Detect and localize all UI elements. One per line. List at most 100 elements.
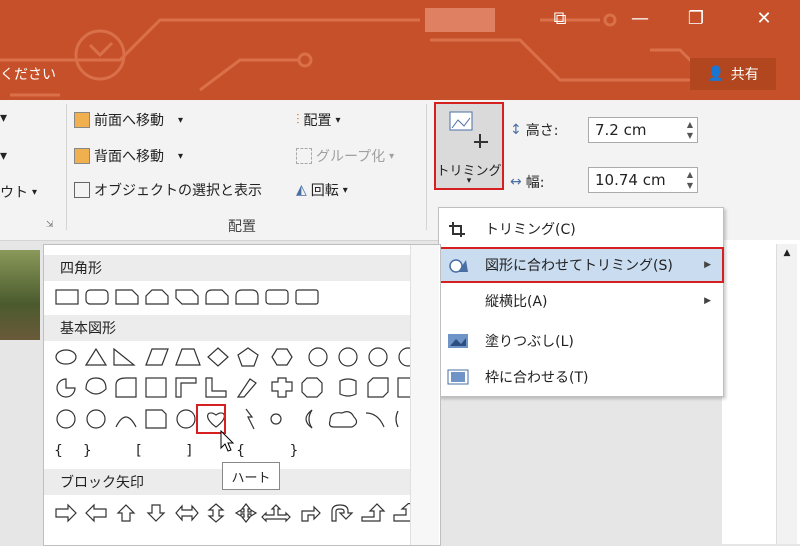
snip-rectangle-shape[interactable]	[115, 289, 139, 305]
left-right-up-arrow-shape[interactable]	[261, 504, 291, 523]
triangle-shape[interactable]	[84, 347, 108, 366]
l-shape[interactable]	[205, 377, 227, 398]
restore-icon[interactable]: ❐	[676, 8, 716, 29]
down-arrow-shape[interactable]	[146, 504, 166, 522]
snip-same-side-shape[interactable]	[145, 289, 169, 305]
vertical-scrollbar[interactable]: ▲	[776, 244, 797, 544]
share-label: 共有	[730, 67, 759, 83]
right-triangle-shape[interactable]	[113, 347, 136, 366]
align-button[interactable]: ⫶ 配置 ▾	[296, 110, 341, 130]
selection-pane-label: オブジェクトの選択と表示	[94, 183, 262, 199]
right-arrow-shape[interactable]	[55, 503, 77, 523]
group-button[interactable]: グループ化 ▾	[296, 146, 394, 166]
left-dropdown-arrow-2[interactable]: ▾	[0, 148, 7, 164]
left-up-arrow-shape[interactable]	[361, 503, 386, 522]
block-arc-shape[interactable]	[115, 416, 137, 428]
gallery-scrollbar[interactable]	[410, 245, 439, 545]
tell-me-text[interactable]: ください	[0, 64, 56, 84]
height-input[interactable]: 7.2 cm ▲ ▼	[588, 117, 698, 143]
hexagon-shape[interactable]	[271, 348, 293, 366]
cloud-shape[interactable]	[328, 411, 358, 428]
decagon-shape[interactable]	[368, 347, 388, 367]
width-spinner-icon[interactable]: ▲ ▼	[687, 169, 693, 191]
menu-item-fit[interactable]: 枠に合わせる(T)	[439, 360, 723, 394]
left-arrow-shape[interactable]	[85, 503, 107, 523]
plaque-shape[interactable]	[295, 289, 319, 305]
rectangle-shape[interactable]	[55, 289, 79, 305]
folded-corner-shape[interactable]	[145, 409, 167, 429]
trapezoid-shape[interactable]	[175, 348, 201, 366]
plaque-shape-2[interactable]	[301, 377, 323, 398]
layout-button[interactable]: ウト ▾	[0, 182, 37, 202]
pie-shape[interactable]	[56, 378, 76, 398]
octagon-shape[interactable]	[338, 347, 358, 367]
selection-pane-button[interactable]: オブジェクトの選択と表示	[74, 180, 262, 200]
menu-item-crop-to-shape[interactable]: 図形に合わせてトリミング(S) ▶	[438, 247, 724, 283]
divider	[426, 104, 427, 230]
lightning-bolt-shape[interactable]	[245, 408, 255, 430]
section-basic-shapes: 基本図形	[44, 315, 410, 341]
parallelogram-shape[interactable]	[145, 348, 169, 366]
close-icon[interactable]: ✕	[744, 8, 784, 29]
up-arrow-shape[interactable]	[116, 504, 136, 522]
moon-shape[interactable]	[305, 409, 313, 429]
heptagon-shape[interactable]	[308, 347, 328, 367]
diagonal-stripe-shape[interactable]	[236, 378, 257, 398]
width-input[interactable]: 10.74 cm ▲ ▼	[588, 167, 698, 193]
crop-button[interactable]: トリミング ▾	[434, 102, 504, 190]
cube-shape[interactable]	[367, 377, 389, 398]
crop-icon	[449, 222, 465, 237]
half-frame-shape[interactable]	[175, 377, 197, 398]
teardrop-shape[interactable]	[115, 377, 137, 398]
donut-shape[interactable]	[56, 409, 76, 429]
minimize-icon[interactable]: —	[620, 8, 660, 29]
title-bar: ⧉ — ❐ ✕ ください 👤 共有	[0, 0, 800, 100]
can-shape[interactable]	[339, 378, 357, 397]
selection-pane-icon	[74, 182, 90, 198]
send-backward-button[interactable]: 背面へ移動 ▾	[74, 146, 183, 166]
rotate-label: 回転	[310, 183, 339, 199]
double-brace-shape[interactable]: {}	[54, 443, 112, 459]
u-turn-arrow-shape[interactable]	[331, 504, 354, 522]
diamond-shape[interactable]	[207, 347, 229, 367]
round-same-side-shape[interactable]	[235, 289, 259, 305]
ribbon-display-options-icon[interactable]: ⧉	[540, 8, 580, 29]
width-value: 10.74 cm	[595, 171, 666, 189]
share-button[interactable]: 👤 共有	[690, 58, 776, 90]
no-symbol-shape[interactable]	[86, 409, 106, 429]
person-icon: 👤	[707, 66, 725, 82]
divider	[66, 104, 67, 230]
bring-forward-button[interactable]: 前面へ移動 ▾	[74, 110, 183, 130]
menu-item-crop[interactable]: トリミング(C)	[439, 212, 723, 246]
oval-shape[interactable]	[55, 349, 77, 365]
pentagon-shape[interactable]	[237, 347, 259, 367]
scroll-up-icon[interactable]: ▲	[777, 248, 797, 258]
arc-shape[interactable]	[365, 412, 385, 428]
frame-shape[interactable]	[145, 377, 167, 398]
quad-arrow-shape[interactable]	[234, 503, 258, 523]
menu-item-aspect-ratio[interactable]: 縦横比(A) ▶	[439, 284, 723, 318]
left-dropdown-arrow[interactable]: ▾	[0, 110, 7, 126]
height-value: 7.2 cm	[595, 121, 647, 139]
dialog-launcher-icon[interactable]: ⇲	[46, 220, 54, 230]
rotate-button[interactable]: ◭ 回転 ▾	[296, 180, 348, 200]
round-diagonal-shape[interactable]	[265, 289, 289, 305]
bent-arrow-shape[interactable]	[301, 505, 321, 522]
left-right-arrow-shape[interactable]	[175, 504, 199, 522]
rounded-rectangle-shape[interactable]	[85, 289, 109, 305]
height-spinner-icon[interactable]: ▲ ▼	[687, 119, 693, 141]
snip-round-shape[interactable]	[205, 289, 229, 305]
snip-diagonal-shape[interactable]	[175, 289, 199, 305]
cross-shape[interactable]	[271, 377, 293, 398]
up-down-arrow-shape[interactable]	[207, 503, 225, 523]
right-bracket-shape[interactable]: ]	[186, 443, 211, 459]
chord-shape[interactable]	[85, 377, 107, 395]
slide-thumbnail[interactable]	[0, 250, 40, 340]
menu-item-fill[interactable]: 塗りつぶし(L)	[439, 324, 723, 358]
left-brace-shape[interactable]: {	[236, 443, 265, 459]
smiley-face-shape[interactable]	[176, 409, 196, 429]
sun-shape[interactable]	[270, 413, 282, 425]
left-bracket-shape[interactable]: [	[136, 443, 161, 459]
bring-forward-label: 前面へ移動	[94, 113, 164, 129]
right-brace-shape[interactable]: }	[290, 443, 319, 459]
